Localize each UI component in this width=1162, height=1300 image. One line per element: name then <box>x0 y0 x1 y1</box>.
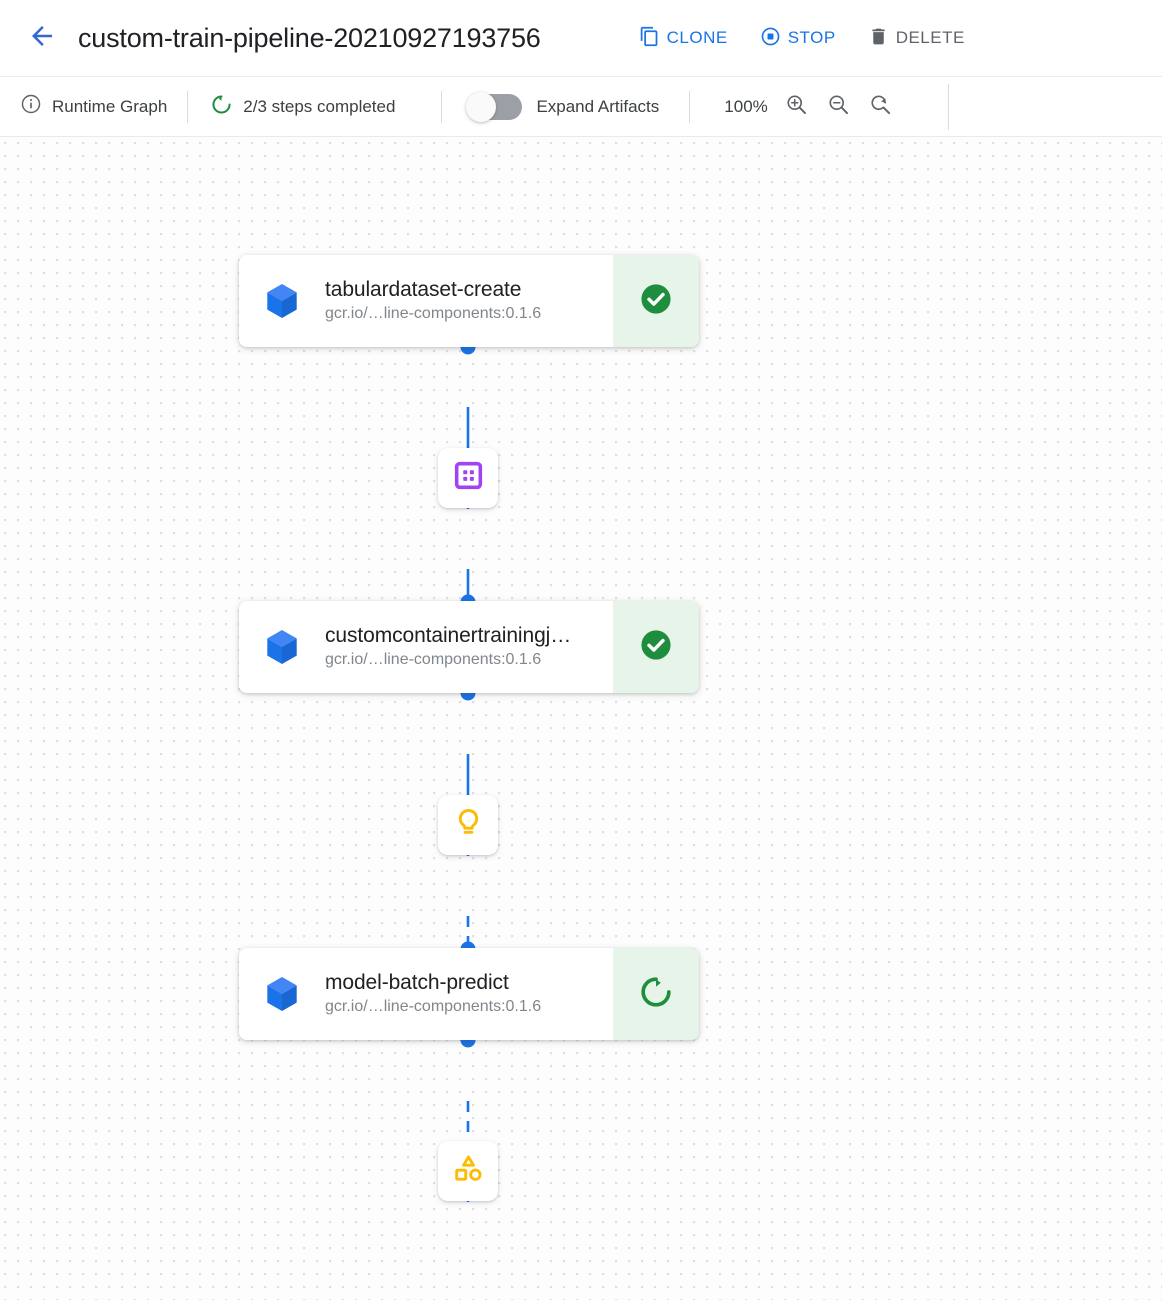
arrow-back-icon <box>27 21 57 56</box>
expand-artifacts-switch[interactable] <box>466 91 523 122</box>
header-actions: CLONE STOP DELETE <box>623 18 981 58</box>
node-subtitle: gcr.io/…line-components:0.1.6 <box>325 651 542 669</box>
status-badge <box>613 255 699 347</box>
pipeline-node[interactable]: model-batch-predict gcr.io/…line-compone… <box>239 948 699 1040</box>
toolbar-divider-3 <box>689 90 691 123</box>
runtime-graph-label: Runtime Graph <box>52 96 168 116</box>
delete-button-label: DELETE <box>895 28 965 47</box>
pipeline-graph-canvas[interactable]: tabulardataset-create gcr.io/…line-compo… <box>0 137 1162 1300</box>
check-circle-filled-icon <box>637 280 675 323</box>
node-subtitle: gcr.io/…line-components:0.1.6 <box>325 305 542 323</box>
page-header: custom-train-pipeline-20210927193756 CLO… <box>0 0 1162 77</box>
back-button[interactable] <box>22 18 62 58</box>
node-body: customcontainertrainingj… gcr.io/…line-c… <box>239 601 613 693</box>
graph-toolbar: Runtime Graph 2/3 steps completed Expand… <box>0 77 1162 137</box>
steps-completed-label: 2/3 steps completed <box>243 96 396 116</box>
node-subtitle: gcr.io/…line-components:0.1.6 <box>325 998 542 1016</box>
refresh-circle-icon <box>637 973 675 1016</box>
zoom-in-icon <box>784 92 809 122</box>
info-circle-icon <box>20 93 42 120</box>
delete-button[interactable]: DELETE <box>852 18 981 58</box>
node-body: model-batch-predict gcr.io/…line-compone… <box>239 948 613 1040</box>
shapes-icon <box>452 1152 485 1190</box>
toolbar-divider-1 <box>187 90 189 123</box>
page-title: custom-train-pipeline-20210927193756 <box>78 22 541 53</box>
cube-icon <box>261 973 303 1015</box>
expand-artifacts-label: Expand Artifacts <box>536 96 660 116</box>
dataset-squares-icon <box>452 459 485 497</box>
progress-circle-icon <box>210 93 233 121</box>
artifact-node[interactable] <box>438 1141 498 1201</box>
node-body: tabulardataset-create gcr.io/…line-compo… <box>239 255 613 347</box>
stop-button[interactable]: STOP <box>744 18 852 58</box>
expand-artifacts-toggle[interactable]: Expand Artifacts <box>466 91 663 122</box>
stop-button-label: STOP <box>787 28 836 47</box>
stop-circle-icon <box>760 26 781 50</box>
zoom-out-icon <box>826 92 851 122</box>
status-badge <box>613 601 699 693</box>
zoom-level: 100% <box>724 96 768 116</box>
clone-button[interactable]: CLONE <box>623 18 744 58</box>
zoom-reset-icon <box>868 92 893 122</box>
node-text: customcontainertrainingj… gcr.io/…line-c… <box>325 623 613 671</box>
artifact-node[interactable] <box>438 448 498 508</box>
lightbulb-icon <box>452 806 485 844</box>
pipeline-node[interactable]: tabulardataset-create gcr.io/…line-compo… <box>239 255 699 347</box>
pipeline-run-page: custom-train-pipeline-20210927193756 CLO… <box>0 0 1162 1300</box>
runtime-graph-item[interactable]: Runtime Graph <box>20 93 187 120</box>
artifact-node[interactable] <box>438 795 498 855</box>
toggle-knob <box>466 91 497 122</box>
node-title: customcontainertrainingj… <box>325 623 572 647</box>
copy-icon <box>639 26 660 50</box>
zoom-out-button[interactable] <box>818 86 860 128</box>
node-title: tabulardataset-create <box>325 277 522 301</box>
trash-icon <box>868 26 889 50</box>
status-badge <box>613 948 699 1040</box>
pipeline-node[interactable]: customcontainertrainingj… gcr.io/…line-c… <box>239 601 699 693</box>
node-text: tabulardataset-create gcr.io/…line-compo… <box>325 277 613 325</box>
toolbar-divider-4 <box>947 83 949 130</box>
cube-icon <box>261 626 303 668</box>
node-title: model-batch-predict <box>325 970 509 994</box>
steps-completed-item: 2/3 steps completed <box>210 93 415 121</box>
cube-icon <box>261 280 303 322</box>
zoom-in-button[interactable] <box>776 86 818 128</box>
zoom-reset-button[interactable] <box>860 86 902 128</box>
toolbar-divider-2 <box>441 90 443 123</box>
node-text: model-batch-predict gcr.io/…line-compone… <box>325 970 613 1018</box>
clone-button-label: CLONE <box>666 28 728 47</box>
check-circle-filled-icon <box>637 626 675 669</box>
